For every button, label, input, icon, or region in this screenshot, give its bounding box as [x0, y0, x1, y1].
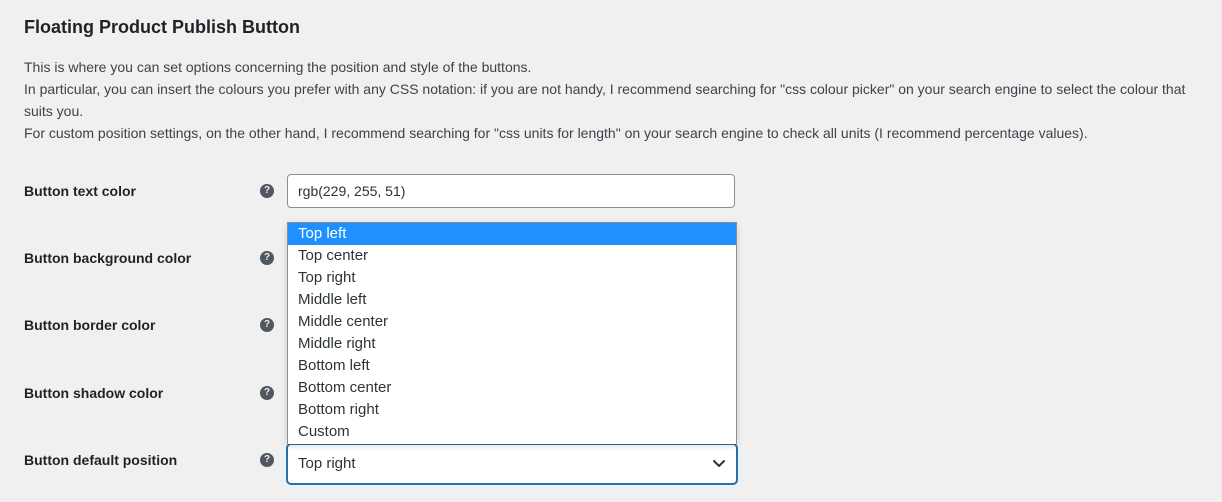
position-option[interactable]: Custom [288, 421, 736, 443]
position-option[interactable]: Top left [288, 223, 736, 245]
position-option[interactable]: Middle center [288, 311, 736, 333]
text-color-input[interactable]: rgb(229, 255, 51) [287, 174, 735, 208]
shadow-color-label: Button shadow color [24, 385, 164, 401]
intro-paragraph-1: This is where you can set options concer… [24, 59, 532, 75]
position-option[interactable]: Bottom right [288, 399, 736, 421]
help-icon[interactable]: ? [260, 184, 274, 198]
intro-paragraph-2: In particular, you can insert the colour… [24, 81, 1186, 119]
page-title: Floating Product Publish Button [24, 17, 300, 37]
help-icon[interactable]: ? [260, 318, 274, 332]
intro-paragraph-3: For custom position settings, on the oth… [24, 125, 1088, 141]
position-option[interactable]: Top right [288, 267, 736, 289]
position-option[interactable]: Bottom left [288, 355, 736, 377]
border-color-label: Button border color [24, 317, 156, 333]
chevron-down-icon [713, 460, 725, 467]
text-color-label: Button text color [24, 183, 136, 199]
default-position-label: Button default position [24, 452, 178, 468]
background-color-label: Button background color [24, 250, 192, 266]
position-option[interactable]: Bottom center [288, 377, 736, 399]
help-icon[interactable]: ? [260, 453, 274, 467]
intro-text: This is where you can set options concer… [24, 56, 1214, 144]
default-position-select[interactable]: Top right [287, 444, 737, 484]
position-option[interactable]: Middle right [288, 333, 736, 355]
help-icon[interactable]: ? [260, 386, 274, 400]
position-option[interactable]: Top center [288, 245, 736, 267]
position-option[interactable]: Middle left [288, 289, 736, 311]
default-position-value: Top right [298, 455, 356, 472]
help-icon[interactable]: ? [260, 251, 274, 265]
position-dropdown-list: Top left Top center Top right Middle lef… [287, 222, 737, 444]
